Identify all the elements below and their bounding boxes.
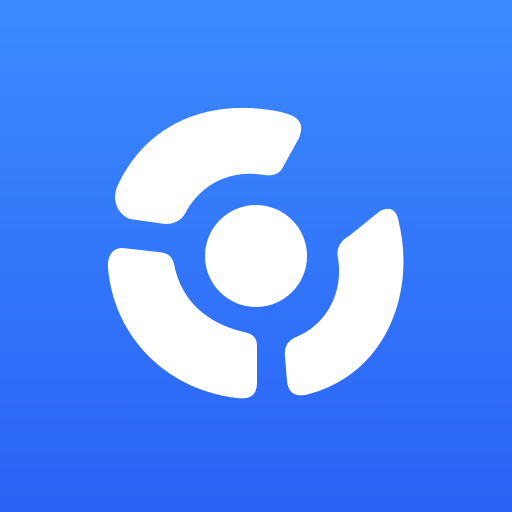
- app-icon: [0, 0, 512, 512]
- logo-icon: [0, 0, 512, 512]
- center-dot: [205, 205, 307, 307]
